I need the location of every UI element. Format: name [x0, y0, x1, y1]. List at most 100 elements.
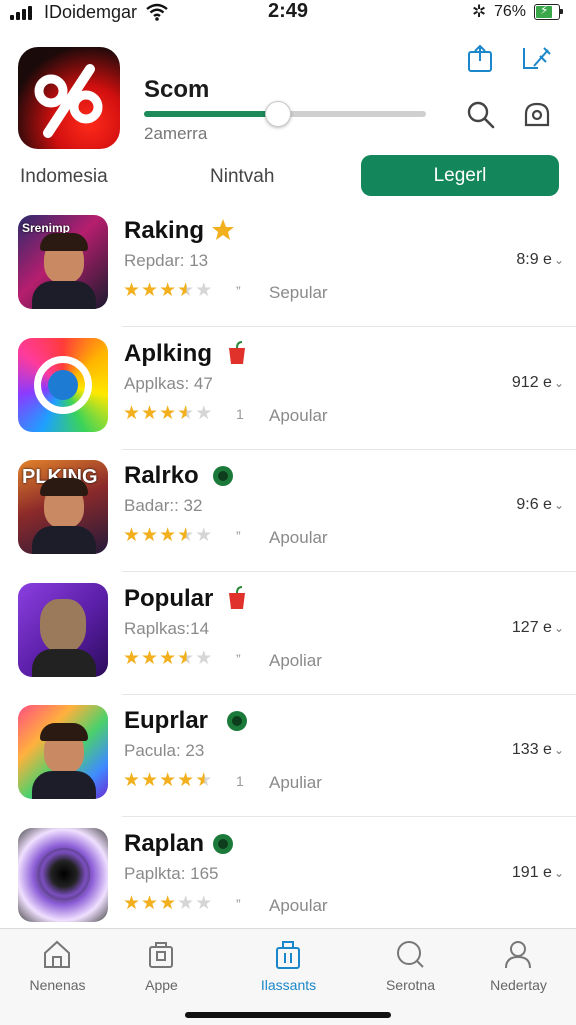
app-subtitle: 2amerra: [144, 124, 208, 143]
item-title[interactable]: Euprlar: [124, 707, 208, 735]
item-subtitle: Paplkta: 165: [124, 863, 219, 883]
rating-extra: ”: [236, 650, 241, 667]
list-item[interactable]: Srenimp Raking Repdar: 13 ★★★★★ ” Sepular 8:9 …: [0, 205, 576, 327]
star-icon: ★: [159, 280, 177, 301]
battery-tip: [560, 9, 563, 14]
rating-stars: ★★★★★: [123, 892, 213, 914]
star-icon: ★: [159, 402, 177, 424]
star-icon: ★: [141, 647, 159, 669]
share-icon[interactable]: [466, 44, 496, 74]
item-meta[interactable]: 191 е ⌄: [512, 864, 564, 882]
item-title[interactable]: Popular: [124, 585, 213, 613]
app-thumbnail[interactable]: Srenimp: [18, 215, 108, 309]
search-icon: [397, 941, 424, 968]
item-title[interactable]: Raplan: [124, 830, 204, 858]
item-meta-value: 9:6 е: [516, 496, 552, 513]
slider-knob[interactable]: [264, 101, 291, 127]
star-icon: ★: [177, 525, 195, 546]
rating-extra: ”: [236, 895, 241, 912]
star-icon: ★: [123, 402, 141, 424]
app-thumbnail[interactable]: PLKING: [18, 460, 108, 554]
star-icon: ★: [123, 892, 141, 914]
item-subtitle: Pacula: 23: [124, 741, 205, 760]
item-tag: Apoular: [269, 405, 328, 425]
search-icon[interactable]: [466, 100, 496, 130]
bag-icon: [149, 942, 173, 968]
nav-item-nenenas[interactable]: Nenenas: [0, 929, 115, 1025]
item-meta-value: 912 е: [511, 373, 552, 391]
star-icon: ★: [195, 402, 213, 424]
item-title[interactable]: Raking: [124, 217, 204, 245]
item-tag: Apoliar: [269, 650, 322, 670]
app-thumbnail[interactable]: [18, 582, 108, 677]
star-icon: ★: [123, 525, 141, 546]
star-icon: ★: [177, 280, 195, 301]
edit-icon[interactable]: [522, 44, 552, 74]
rating-extra: 1: [236, 773, 244, 789]
tab-legerl[interactable]: Legerl: [361, 155, 559, 196]
rating-extra: ”: [236, 283, 241, 299]
star-icon: ★: [123, 647, 141, 669]
shopping-icon: [276, 941, 300, 969]
list-item[interactable]: Raplan Paplkta: 165 ★★★★★” Apoular 191 е ⌄: [0, 818, 576, 940]
star-icon: ★: [159, 770, 177, 791]
app-thumbnail[interactable]: [18, 827, 108, 922]
nav-label: Nenenas: [29, 977, 86, 993]
home-icon: [44, 940, 70, 968]
nav-item-appe[interactable]: Appe: [104, 929, 219, 1025]
nav-label: Nedertay: [490, 977, 547, 993]
star-icon: ★: [195, 525, 213, 546]
star-icon: ★: [177, 402, 195, 424]
tag-icon[interactable]: [522, 100, 552, 130]
person-icon: [505, 941, 531, 969]
rating-extra: ”: [236, 528, 241, 544]
nav-item-ilassants[interactable]: Ilassants: [231, 929, 346, 1025]
home-indicator[interactable]: [185, 1012, 391, 1018]
star-icon: ★: [159, 525, 177, 546]
nav-item-serotna[interactable]: Serotna: [353, 929, 468, 1025]
apple-badge-icon: [224, 707, 250, 733]
bluetooth-icon: ✲: [472, 2, 487, 21]
item-meta[interactable]: 133 е ⌄: [512, 741, 564, 759]
star-icon: ★: [195, 892, 213, 914]
star-icon: ★: [141, 525, 159, 546]
item-title[interactable]: Aplking: [124, 340, 212, 368]
apple-badge-icon: [224, 585, 250, 611]
progress-slider[interactable]: [144, 101, 426, 127]
item-tag: Apoular: [269, 895, 328, 915]
chevron-down-icon: ⌄: [553, 743, 564, 757]
item-subtitle: Badar:: 32: [124, 496, 203, 515]
list-item[interactable]: PLKING Ralrko Badar:: 32 ★★★★★” Apoular 9:6 е…: [0, 450, 576, 572]
list-item[interactable]: Aplking Applkas: 47 ★★★★★ 1 Apoular 912 е ⌄: [0, 328, 576, 450]
item-meta[interactable]: 8:9 е ⌄: [516, 251, 564, 269]
rating-stars: ★★★★★: [123, 647, 213, 669]
rating-stars: ★★★★★: [123, 281, 213, 301]
apple-badge-icon: [210, 830, 236, 856]
app-thumbnail[interactable]: [18, 705, 108, 799]
apple-badge-icon: [210, 462, 236, 488]
list-item[interactable]: Popular Raplkas:14 ★★★★★ ” Apoliar 127 е ⌄: [0, 573, 576, 695]
tab-nintvah[interactable]: Nintvah: [210, 166, 274, 188]
item-meta[interactable]: 9:6 е ⌄: [516, 496, 564, 514]
item-tag: Sepular: [269, 283, 328, 302]
item-meta-value: 127 е: [511, 618, 552, 636]
rating-extra: 1: [236, 405, 244, 422]
star-icon: ★: [195, 647, 213, 669]
rating-stars: ★★★★★: [123, 402, 213, 424]
item-subtitle: Repdar: 13: [124, 251, 209, 270]
item-tag: Apoular: [269, 528, 328, 547]
battery-icon: ⚡: [534, 3, 560, 20]
item-meta[interactable]: 912 е ⌄: [512, 374, 564, 392]
tab-indomesia[interactable]: Indomesia: [20, 166, 108, 188]
list-item[interactable]: Euprlar Pacula: 23 ★★★★★ 1 Apuliar 133 е ⌄: [0, 695, 576, 817]
star-icon: ★: [123, 280, 141, 301]
app-thumbnail[interactable]: [18, 337, 108, 432]
item-title[interactable]: Ralrko: [124, 462, 199, 490]
item-subtitle: Raplkas:14: [124, 618, 210, 638]
app-logo: [18, 47, 120, 149]
star-icon: ★: [141, 402, 159, 424]
star-icon: ★: [123, 770, 141, 791]
nav-item-nedertay[interactable]: Nedertay: [461, 929, 576, 1025]
item-meta[interactable]: 127 е ⌄: [512, 619, 564, 637]
item-meta-value: 8:9 е: [516, 251, 552, 268]
